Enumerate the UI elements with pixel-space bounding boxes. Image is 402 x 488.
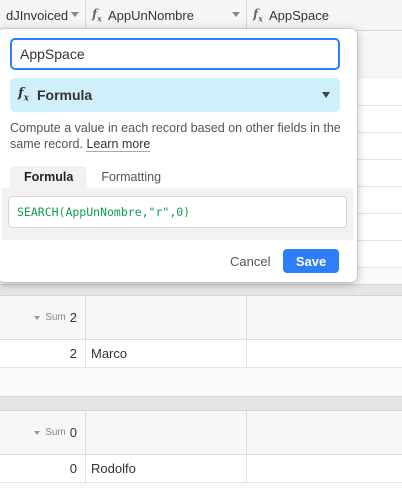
formula-editor[interactable]: SEARCH(AppUnNombre,"r",0): [8, 196, 347, 228]
cell-appunnombre[interactable]: Rodolfo: [86, 455, 247, 482]
cell-invoiced[interactable]: 2: [0, 340, 86, 367]
cell-appspace[interactable]: [247, 455, 402, 482]
cell-appunnombre[interactable]: Marco: [86, 340, 247, 367]
formula-icon: fx: [92, 6, 102, 24]
group-header: Sum 2: [0, 296, 402, 340]
cell-appspace[interactable]: [247, 340, 402, 367]
formula-panel: SEARCH(AppUnNombre,"r",0): [2, 188, 353, 240]
field-config-popup: fx Formula Compute a value in each recor…: [0, 29, 357, 282]
formula-icon: fx: [253, 6, 263, 24]
config-tabs: Formula Formatting: [10, 166, 345, 188]
formula-icon: fx: [18, 86, 29, 104]
column-header-label: dJInvoiced: [6, 7, 69, 23]
grid-cell: [356, 241, 402, 268]
chevron-down-icon[interactable]: [34, 315, 41, 320]
grid-header: dJInvoiced fx AppUnNombre fx AppSpace: [0, 0, 402, 31]
grid-cell: [86, 296, 247, 339]
summary-label: Sum: [45, 427, 66, 438]
grid-cell: [247, 296, 402, 339]
field-name-input[interactable]: [10, 38, 340, 70]
grid-cell: [86, 411, 247, 454]
column-header-appspace[interactable]: fx AppSpace: [247, 0, 402, 30]
group-separator: [0, 284, 402, 296]
group-header: Sum 0: [0, 411, 402, 455]
chevron-down-icon: [322, 92, 330, 98]
save-button[interactable]: Save: [283, 249, 339, 273]
chevron-down-icon[interactable]: [232, 12, 240, 17]
grid-cell: [356, 106, 402, 133]
learn-more-link[interactable]: Learn more: [86, 137, 151, 152]
field-type-label: Formula: [36, 87, 93, 103]
summary-label: Sum: [45, 312, 66, 323]
grid-blank: [0, 483, 402, 488]
column-header-label: AppUnNombre: [107, 7, 194, 23]
field-type-description: Compute a value in each record based on …: [10, 120, 346, 152]
table-row[interactable]: 2 Marco: [0, 340, 402, 368]
grid-cell: [356, 133, 402, 160]
tab-formula[interactable]: Formula: [10, 166, 88, 188]
column-header-label: AppSpace: [268, 7, 329, 23]
column-header-invoiced[interactable]: dJInvoiced: [0, 0, 86, 30]
group-summary[interactable]: Sum 2: [0, 296, 86, 339]
grid-cell: [356, 214, 402, 241]
chevron-down-icon[interactable]: [34, 430, 41, 435]
grid-cell: [356, 79, 402, 106]
summary-value: 2: [69, 310, 77, 325]
description-text: Compute a value in each record based on …: [10, 121, 341, 151]
grid-blank: [0, 368, 402, 396]
group-summary[interactable]: Sum 0: [0, 411, 86, 454]
tab-formatting[interactable]: Formatting: [87, 166, 175, 188]
chevron-down-icon[interactable]: [71, 12, 79, 17]
grid-cell: [356, 160, 402, 187]
grid-cell: [247, 411, 402, 454]
cancel-button[interactable]: Cancel: [224, 249, 276, 273]
group-separator: [0, 396, 402, 411]
field-type-select[interactable]: fx Formula: [10, 78, 340, 112]
grid-cell: [356, 187, 402, 214]
column-header-appunnombre[interactable]: fx AppUnNombre: [86, 0, 247, 30]
summary-value: 0: [69, 425, 77, 440]
cell-invoiced[interactable]: 0: [0, 455, 86, 482]
table-row[interactable]: 0 Rodolfo: [0, 455, 402, 483]
